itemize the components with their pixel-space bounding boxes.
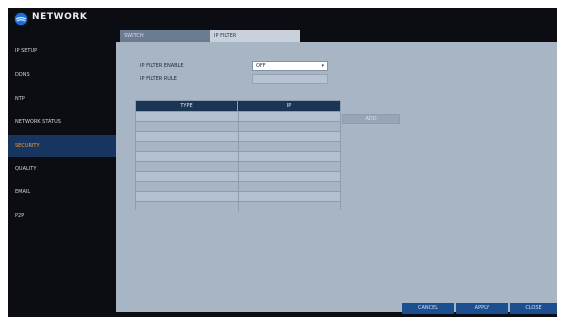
sidebar-item-ntp[interactable]: NTP xyxy=(8,88,116,110)
table-row[interactable] xyxy=(136,121,340,132)
table-row[interactable] xyxy=(136,111,340,122)
sidebar-item-security[interactable]: SECURITY xyxy=(8,135,116,157)
close-button[interactable]: CLOSE xyxy=(510,303,557,314)
ip-filter-enable-value: OFF xyxy=(256,63,266,69)
sidebar-item-p2p[interactable]: P2P xyxy=(8,205,116,227)
ip-filter-enable-select[interactable]: OFF ▾ xyxy=(252,61,328,71)
table-row[interactable] xyxy=(136,161,340,172)
title-bar: NETWORK xyxy=(8,8,557,30)
table-row[interactable] xyxy=(136,131,340,142)
window-title: NETWORK xyxy=(32,12,88,22)
ip-filter-table: TYPE IP xyxy=(135,100,341,212)
chevron-down-icon: ▾ xyxy=(321,63,324,69)
cancel-button[interactable]: CANCEL xyxy=(402,303,454,314)
sidebar-item-quality[interactable]: QUALITY xyxy=(8,158,116,180)
ip-filter-rule-label: IP FILTER RULE xyxy=(140,76,177,82)
table-row[interactable] xyxy=(136,181,340,192)
ip-filter-rule-field[interactable] xyxy=(252,74,328,84)
sidebar-item-ip-setup[interactable]: IP SETUP xyxy=(8,40,116,62)
apply-button[interactable]: APPLY xyxy=(456,303,508,314)
table-row[interactable] xyxy=(136,151,340,162)
sidebar-item-network-status[interactable]: NETWORK STATUS xyxy=(8,111,116,133)
table-header-type: TYPE xyxy=(136,101,238,111)
app-window: NETWORK IP SETUP DDNS NTP NETWORK STATUS… xyxy=(8,8,557,317)
network-globe-icon xyxy=(14,12,28,26)
sidebar-item-ddns[interactable]: DDNS xyxy=(8,64,116,86)
tab-bar: SWITCH IP FILTER xyxy=(116,30,557,42)
table-row[interactable] xyxy=(136,171,340,182)
table-row[interactable] xyxy=(136,191,340,202)
tab-ip-filter[interactable]: IP FILTER xyxy=(210,30,300,42)
sidebar: IP SETUP DDNS NTP NETWORK STATUS SECURIT… xyxy=(8,30,116,317)
ip-filter-enable-label: IP FILTER ENABLE xyxy=(140,63,184,69)
table-row[interactable] xyxy=(136,141,340,152)
table-header-ip: IP xyxy=(238,101,340,111)
tab-switch[interactable]: SWITCH xyxy=(120,30,210,42)
add-button[interactable]: ADD xyxy=(342,114,400,124)
content-panel: SWITCH IP FILTER IP FILTER ENABLE OFF ▾ … xyxy=(116,30,557,312)
sidebar-item-email[interactable]: EMAIL xyxy=(8,181,116,203)
table-row[interactable] xyxy=(136,201,340,212)
